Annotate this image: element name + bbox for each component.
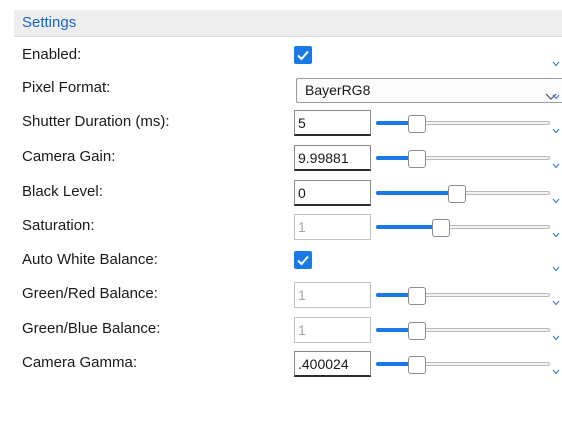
settings-row-pixel-format: Pixel Format: BayerRG8: [14, 72, 562, 105]
value-input-black-level[interactable]: 0: [294, 180, 371, 206]
value-input-saturation[interactable]: 1: [294, 214, 371, 240]
setting-label: Enabled:: [22, 46, 82, 63]
settings-row-camera-gain: Camera Gain: 9.99881: [14, 141, 562, 174]
chevron-down-icon: [552, 128, 560, 136]
slider-saturation[interactable]: [376, 219, 550, 237]
input-value: 0: [298, 185, 306, 201]
value-input-shutter-duration-ms[interactable]: 5: [294, 110, 371, 136]
input-value: .400024: [298, 356, 349, 372]
slider-camera-gain[interactable]: [376, 150, 550, 168]
chevron-down-icon: [552, 369, 560, 377]
slider-thumb[interactable]: [408, 322, 426, 340]
slider-camera-gamma[interactable]: [376, 356, 550, 374]
value-input-green-blue-balance[interactable]: 1: [294, 317, 371, 343]
value-input-camera-gamma[interactable]: .400024: [294, 351, 371, 377]
chevron-down-icon: [552, 61, 560, 69]
chevron-down-icon: [552, 300, 560, 308]
chevron-down-icon: [552, 335, 560, 343]
slider-thumb[interactable]: [432, 219, 450, 237]
slider-shutter-duration-ms[interactable]: [376, 115, 550, 133]
setting-label: Black Level:: [22, 183, 103, 200]
checkbox-auto-white-balance[interactable]: [294, 251, 312, 269]
chevron-down-icon: [552, 266, 560, 274]
input-value: 1: [298, 287, 306, 303]
settings-header: Settings: [14, 10, 562, 37]
input-value: 5: [298, 115, 306, 131]
settings-row-shutter-duration-ms: Shutter Duration (ms): 5: [14, 106, 562, 139]
checkbox-enabled[interactable]: [294, 46, 312, 64]
settings-row-saturation: Saturation: 1: [14, 210, 562, 243]
settings-row-enabled: Enabled:: [14, 39, 562, 72]
input-value: 1: [298, 219, 306, 235]
slider-thumb[interactable]: [408, 287, 426, 305]
value-input-green-red-balance[interactable]: 1: [294, 282, 371, 308]
settings-row-black-level: Black Level: 0: [14, 176, 562, 209]
value-input-camera-gain[interactable]: 9.99881: [294, 145, 371, 171]
settings-row-auto-white-balance: Auto White Balance:: [14, 244, 562, 277]
slider-thumb[interactable]: [408, 115, 426, 133]
chevron-down-icon: [552, 163, 560, 171]
settings-row-green-red-balance: Green/Red Balance: 1: [14, 278, 562, 311]
setting-label: Camera Gain:: [22, 148, 116, 165]
slider-thumb[interactable]: [448, 185, 466, 203]
settings-panel: Settings Enabled: Pixel Format: BayerRG8 Sh…: [0, 0, 562, 426]
settings-row-green-blue-balance: Green/Blue Balance: 1: [14, 313, 562, 346]
slider-thumb[interactable]: [408, 150, 426, 168]
dropdown-selected-value: BayerRG8: [305, 82, 371, 98]
setting-label: Shutter Duration (ms):: [22, 113, 170, 130]
slider-green-red-balance[interactable]: [376, 287, 550, 305]
input-value: 1: [298, 322, 306, 338]
setting-label: Camera Gamma:: [22, 354, 138, 371]
slider-black-level[interactable]: [376, 185, 550, 203]
checkmark-icon: [297, 255, 309, 266]
chevron-down-icon: [552, 198, 560, 206]
setting-label: Pixel Format:: [22, 79, 111, 96]
setting-label: Auto White Balance:: [22, 251, 158, 268]
slider-fill: [376, 191, 457, 195]
settings-title: Settings: [22, 14, 77, 31]
slider-green-blue-balance[interactable]: [376, 322, 550, 340]
chevron-down-icon: [552, 232, 560, 240]
setting-label: Saturation:: [22, 217, 95, 234]
settings-row-camera-gamma: Camera Gamma: .400024: [14, 347, 562, 380]
checkmark-icon: [297, 50, 309, 61]
slider-thumb[interactable]: [408, 356, 426, 374]
setting-label: Green/Red Balance:: [22, 285, 158, 302]
chevron-down-icon: [552, 94, 560, 102]
input-value: 9.99881: [298, 150, 349, 166]
pixel-format-dropdown[interactable]: BayerRG8: [296, 78, 562, 103]
setting-label: Green/Blue Balance:: [22, 320, 161, 337]
